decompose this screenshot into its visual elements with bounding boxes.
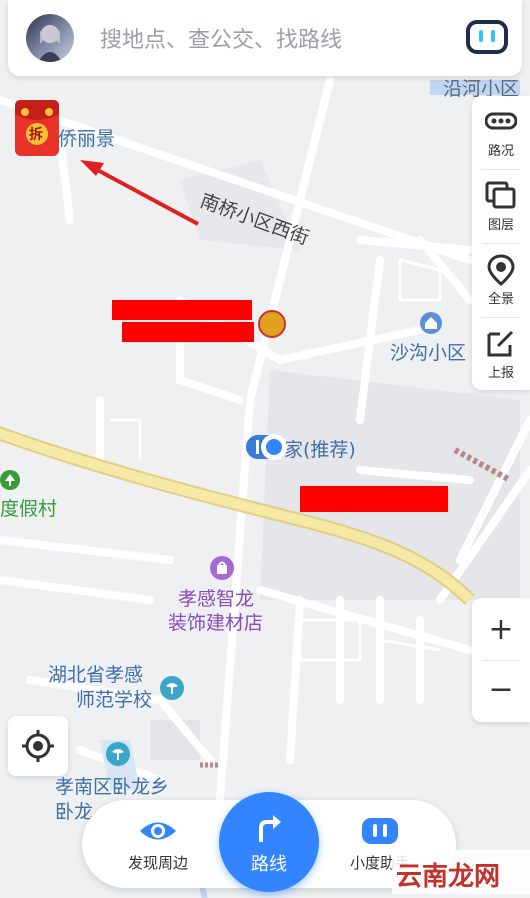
map-label-shagou[interactable]: 沙沟小区: [390, 338, 466, 365]
watermark: 云南龙网: [392, 850, 530, 894]
shopping-poi-icon[interactable]: [210, 556, 234, 580]
traffic-label: 路况: [487, 144, 514, 159]
crosshair-icon: [22, 730, 54, 762]
search-input[interactable]: 搜地点、查公交、找路线: [100, 22, 342, 54]
map-label-shifan-1[interactable]: 湖北省孝感: [48, 660, 143, 687]
panorama-label: 全景: [487, 292, 514, 307]
school-poi-icon-2[interactable]: [106, 742, 130, 766]
report-label: 上报: [487, 366, 514, 381]
xiaodu-assistant-icon[interactable]: [466, 20, 508, 54]
user-avatar[interactable]: [26, 14, 74, 62]
traffic-button[interactable]: 路况: [472, 96, 530, 168]
map-label-dujia[interactable]: 度假村: [0, 494, 57, 521]
panorama-button[interactable]: 全景: [472, 244, 530, 316]
school-poi-icon[interactable]: [160, 676, 184, 700]
search-bar[interactable]: 搜地点、查公交、找路线: [8, 0, 522, 76]
traffic-icon: [485, 112, 517, 130]
residential-poi-icon[interactable]: [420, 312, 442, 334]
government-poi-icon[interactable]: [258, 310, 286, 338]
route-label: 路线: [251, 854, 287, 875]
xiaodu-icon: [362, 818, 398, 844]
map-label-wolong-2[interactable]: 卧龙: [55, 797, 93, 824]
eye-icon: [140, 822, 176, 840]
panorama-icon: [487, 254, 515, 286]
map-label-shifan-2[interactable]: 师范学校: [76, 685, 152, 712]
zoom-out-button[interactable]: −: [472, 660, 530, 720]
watermark-text: 云南龙网: [396, 862, 501, 892]
park-poi-icon[interactable]: [0, 470, 20, 490]
zoom-in-button[interactable]: +: [472, 600, 530, 660]
layers-button[interactable]: 图层: [472, 170, 530, 242]
map-label-zhilong-1[interactable]: 孝感智龙: [178, 584, 254, 611]
map-label-qiaoli[interactable]: 侨丽景: [58, 124, 115, 151]
map-label-recommended[interactable]: 家(推荐): [284, 435, 356, 462]
map-label-wolong-1[interactable]: 孝南区卧龙乡: [55, 772, 169, 799]
red-packet-icon[interactable]: 拆: [13, 96, 61, 158]
report-button[interactable]: 上报: [472, 318, 530, 390]
layers-icon: [485, 181, 516, 209]
discover-nearby-button[interactable]: 发现周边: [108, 800, 208, 888]
map-label-zhilong-2[interactable]: 装饰建材店: [168, 608, 263, 635]
discover-nearby-label: 发现周边: [127, 854, 188, 872]
current-location-marker[interactable]: [246, 432, 292, 462]
turn-right-arrow-icon: [259, 815, 281, 842]
locate-button[interactable]: [8, 716, 68, 776]
zoom-controls: + −: [472, 598, 530, 722]
report-icon: [487, 330, 514, 357]
route-button[interactable]: 路线: [219, 792, 319, 892]
map-tools-panel: 路况 图层 全景 上报: [472, 96, 530, 390]
red-packet-text: 拆: [29, 127, 43, 143]
layers-label: 图层: [487, 218, 514, 233]
